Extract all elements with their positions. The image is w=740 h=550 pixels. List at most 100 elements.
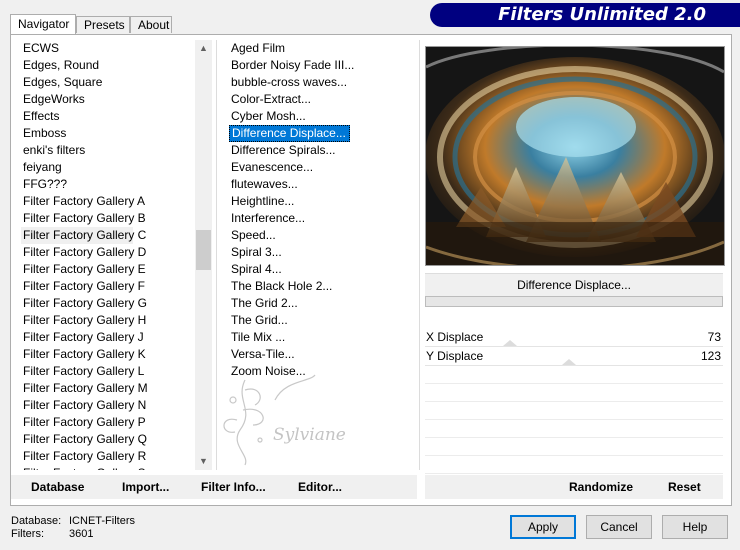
filter-item-row[interactable]: flutewaves... xyxy=(229,176,415,193)
filter-item-row[interactable]: The Black Hole 2... xyxy=(229,278,415,295)
progress-bar xyxy=(425,296,723,307)
category-item-row[interactable]: feiyang xyxy=(21,159,195,176)
category-item-row[interactable]: Filter Factory Gallery Q xyxy=(21,431,195,448)
filter-item-label: Versa-Tile... xyxy=(231,347,295,361)
category-list[interactable]: ECWS Edges, Round Edges, Square EdgeWorks Ef… xyxy=(21,40,195,470)
slider-thumb-icon[interactable] xyxy=(503,340,517,346)
category-item-row[interactable]: Filter Factory Gallery L xyxy=(21,363,195,380)
category-item-row[interactable]: Filter Factory Gallery F xyxy=(21,278,195,295)
category-item-row[interactable]: enki's filters xyxy=(21,142,195,159)
filter-list[interactable]: Aged Film Border Noisy Fade III... bubble-… xyxy=(229,40,415,470)
filter-item-row[interactable]: Interference... xyxy=(229,210,415,227)
tab-navigator[interactable]: Navigator xyxy=(10,14,76,34)
slider-thumb-icon[interactable] xyxy=(562,359,576,365)
category-item-row[interactable]: EdgeWorks xyxy=(21,91,195,108)
filter-item-row[interactable]: Color-Extract... xyxy=(229,91,415,108)
filter-item-label: Difference Displace... xyxy=(229,125,350,142)
category-item-row[interactable]: Filter Factory Gallery M xyxy=(21,380,195,397)
category-item-row[interactable]: Filter Factory Gallery S xyxy=(21,465,195,470)
category-item-row[interactable]: Filter Factory Gallery P xyxy=(21,414,195,431)
filter-item-row[interactable]: Cyber Mosh... xyxy=(229,108,415,125)
randomize-button[interactable]: Randomize xyxy=(569,475,633,499)
left-button-bar: Database Import... Filter Info... Editor… xyxy=(11,475,417,499)
category-item-row[interactable]: Filter Factory Gallery J xyxy=(21,329,195,346)
category-item-row[interactable]: Filter Factory Gallery C xyxy=(21,227,195,244)
category-item-label: Filter Factory Gallery J xyxy=(23,330,144,344)
status-database-label: Database: xyxy=(11,515,62,527)
scroll-down-icon[interactable]: ▼ xyxy=(195,453,212,470)
category-item-label: Filter Factory Gallery P xyxy=(23,415,146,429)
category-item-row[interactable]: Filter Factory Gallery H xyxy=(21,312,195,329)
cancel-button[interactable]: Cancel xyxy=(586,515,652,539)
category-item-row[interactable]: Edges, Round xyxy=(21,57,195,74)
category-item-row[interactable]: Filter Factory Gallery G xyxy=(21,295,195,312)
filter-item-row[interactable]: Evanescence... xyxy=(229,159,415,176)
filter-item-label: bubble-cross waves... xyxy=(231,75,348,89)
category-item-row[interactable]: Filter Factory Gallery K xyxy=(21,346,195,363)
category-item-row[interactable]: Filter Factory Gallery D xyxy=(21,244,195,261)
category-item-label: Effects xyxy=(23,109,60,123)
category-item-label: Edges, Round xyxy=(23,58,100,72)
category-item-row[interactable]: Filter Factory Gallery N xyxy=(21,397,195,414)
filter-item-label: The Grid 2... xyxy=(231,296,298,310)
filter-item-row[interactable]: Tile Mix ... xyxy=(229,329,415,346)
param-empty-row xyxy=(425,384,723,402)
category-item-row[interactable]: Filter Factory Gallery R xyxy=(21,448,195,465)
right-button-bar: Randomize Reset xyxy=(425,475,723,499)
filter-item-row[interactable]: Spiral 4... xyxy=(229,261,415,278)
filter-item-row[interactable]: Speed... xyxy=(229,227,415,244)
filter-item-label: Tile Mix ... xyxy=(231,330,286,344)
selected-filter-name: Difference Displace... xyxy=(425,273,723,297)
category-item-row[interactable]: Filter Factory Gallery A xyxy=(21,193,195,210)
category-item-label: Emboss xyxy=(23,126,67,140)
filter-item-row[interactable]: The Grid 2... xyxy=(229,295,415,312)
filter-item-row[interactable]: Spiral 3... xyxy=(229,244,415,261)
filter-item-row[interactable]: Difference Displace... xyxy=(229,125,415,142)
category-scrollbar[interactable]: ▲ ▼ xyxy=(195,40,212,470)
tab-presets[interactable]: Presets xyxy=(76,16,130,33)
apply-button[interactable]: Apply xyxy=(510,515,576,539)
param-empty-row xyxy=(425,420,723,438)
param-x-displace[interactable]: X Displace 73 xyxy=(425,328,723,347)
title-banner: Filters Unlimited 2.0 xyxy=(430,3,740,27)
category-item-row[interactable]: Filter Factory Gallery B xyxy=(21,210,195,227)
scroll-up-icon[interactable]: ▲ xyxy=(195,40,212,57)
filter-item-row[interactable]: Zoom Noise... xyxy=(229,363,415,380)
filter-item-row[interactable]: Heightline... xyxy=(229,193,415,210)
param-y-displace[interactable]: Y Displace 123 xyxy=(425,347,723,366)
database-button[interactable]: Database xyxy=(31,475,84,499)
help-button[interactable]: Help xyxy=(662,515,728,539)
category-item-row[interactable]: Emboss xyxy=(21,125,195,142)
category-item-label: Filter Factory Gallery F xyxy=(23,279,146,293)
filter-item-row[interactable]: Border Noisy Fade III... xyxy=(229,57,415,74)
filter-item-row[interactable]: Aged Film xyxy=(229,40,415,57)
scroll-thumb[interactable] xyxy=(196,230,211,270)
category-item-label: Filter Factory Gallery E xyxy=(23,262,146,276)
category-item-row[interactable]: FFG??? xyxy=(21,176,195,193)
editor-button[interactable]: Editor... xyxy=(298,475,342,499)
filter-info-button[interactable]: Filter Info... xyxy=(201,475,266,499)
filter-item-label: Difference Spirals... xyxy=(231,143,336,157)
status-filters-value: 3601 xyxy=(69,528,94,540)
param-empty-row xyxy=(425,456,723,474)
reset-button[interactable]: Reset xyxy=(668,475,701,499)
filter-item-row[interactable]: Versa-Tile... xyxy=(229,346,415,363)
category-item-row[interactable]: Edges, Square xyxy=(21,74,195,91)
category-item-row[interactable]: ECWS xyxy=(21,40,195,57)
category-item-label: Filter Factory Gallery C xyxy=(21,227,147,244)
import-button[interactable]: Import... xyxy=(122,475,169,499)
status-database: Database: ICNET-Filters xyxy=(11,515,135,528)
category-item-label: enki's filters xyxy=(23,143,86,157)
tab-about[interactable]: About xyxy=(130,16,172,33)
category-item-label: Filter Factory Gallery M xyxy=(23,381,148,395)
filter-item-row[interactable]: The Grid... xyxy=(229,312,415,329)
filter-item-label: flutewaves... xyxy=(231,177,298,191)
filter-item-row[interactable]: Difference Spirals... xyxy=(229,142,415,159)
filter-item-label: Spiral 3... xyxy=(231,245,282,259)
filter-item-row[interactable]: bubble-cross waves... xyxy=(229,74,415,91)
category-item-row[interactable]: Filter Factory Gallery E xyxy=(21,261,195,278)
filter-item-label: Evanescence... xyxy=(231,160,314,174)
category-item-row[interactable]: Effects xyxy=(21,108,195,125)
parameter-list: X Displace 73 Y Displace 123 xyxy=(425,328,723,492)
category-item-label: Filter Factory Gallery Q xyxy=(23,432,148,446)
